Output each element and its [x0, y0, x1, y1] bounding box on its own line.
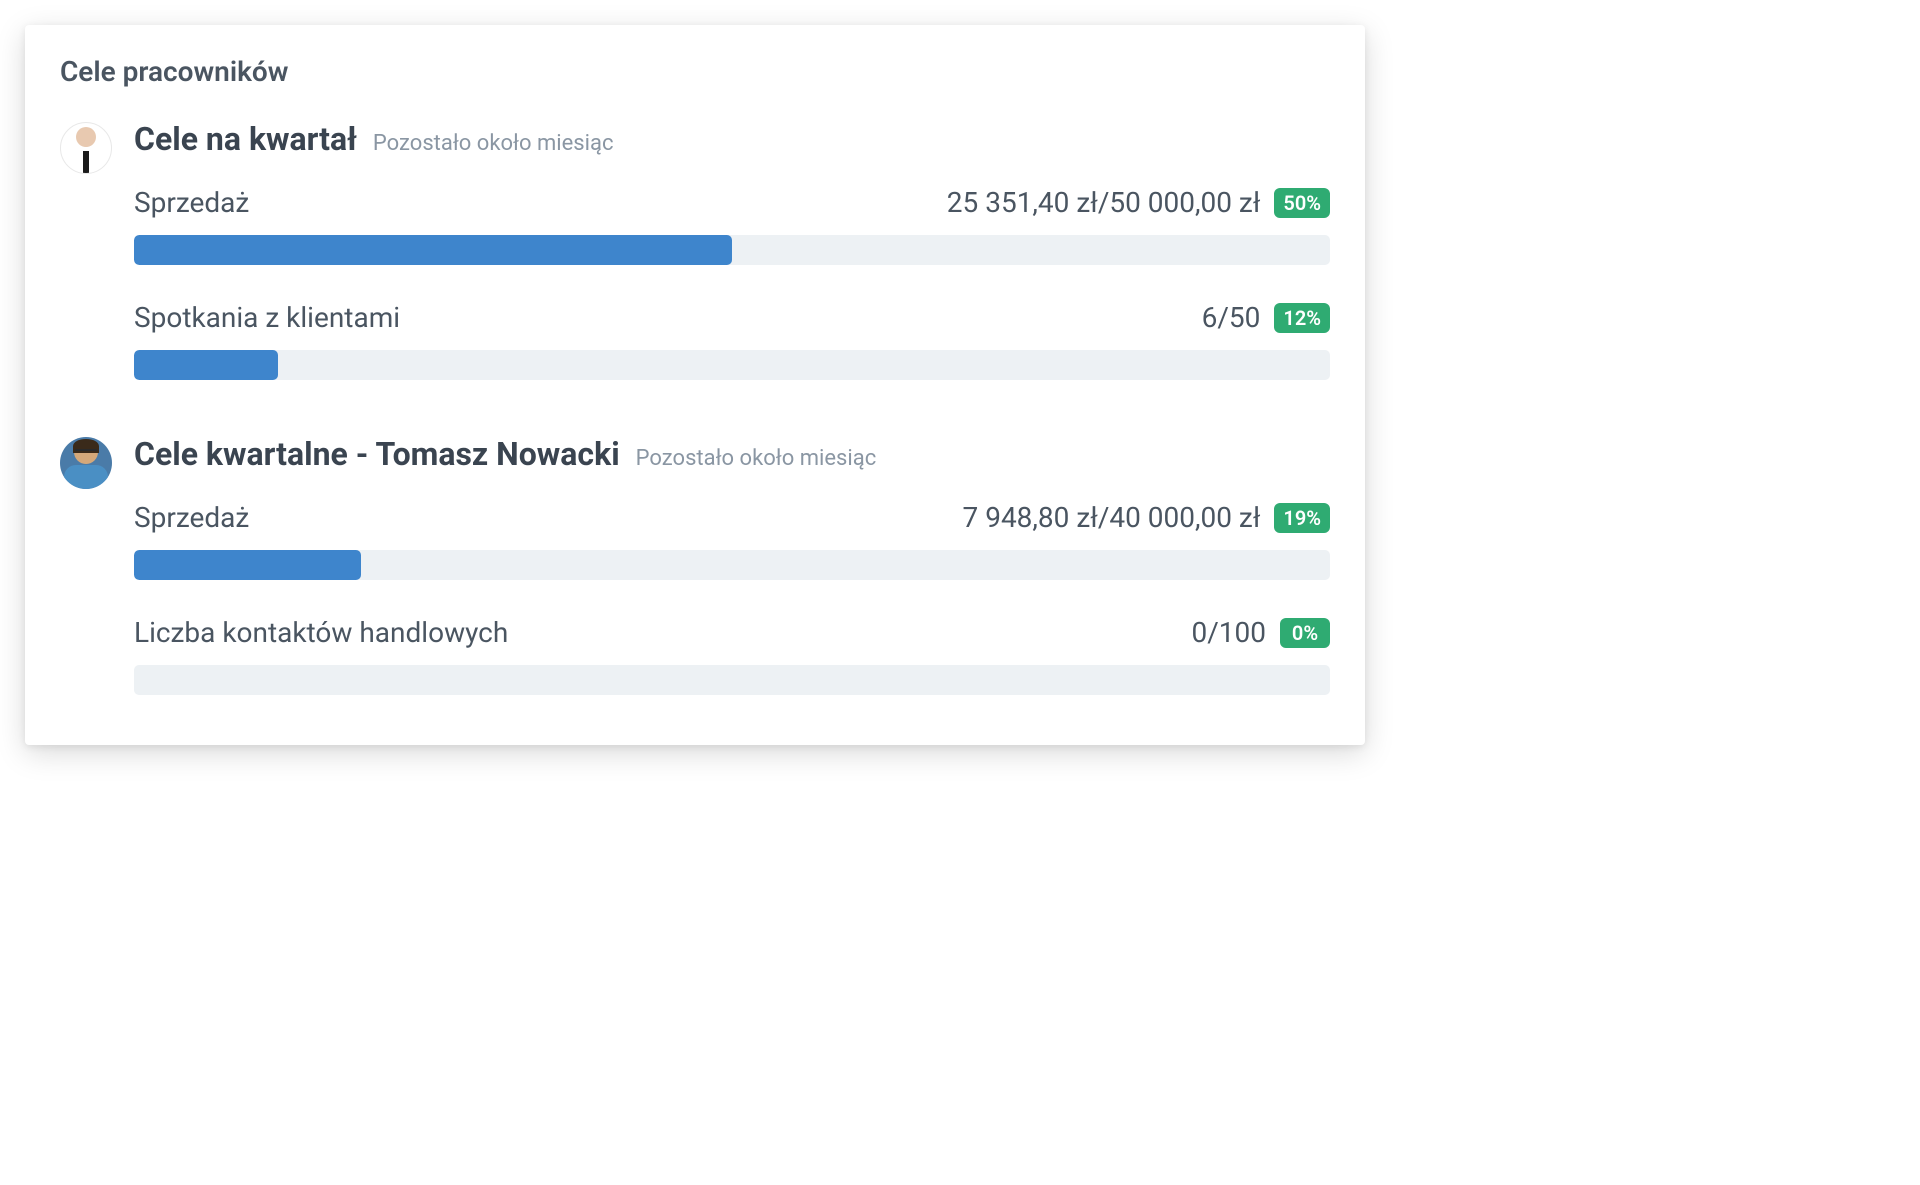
goal-label: Liczba kontaktów handlowych	[134, 616, 508, 649]
goal-item: Sprzedaż 7 948,80 zł/40 000,00 zł 19%	[134, 501, 1330, 580]
goal-right: 25 351,40 zł/50 000,00 zł 50%	[947, 186, 1330, 219]
goal-label: Sprzedaż	[134, 186, 249, 219]
percent-badge: 19%	[1274, 503, 1330, 533]
progress-bar	[134, 350, 1330, 380]
goal-item: Liczba kontaktów handlowych 0/100 0%	[134, 616, 1330, 695]
avatar	[60, 122, 112, 174]
progress-fill	[134, 550, 361, 580]
goal-right: 6/50 12%	[1202, 301, 1330, 334]
goal-row: Sprzedaż 7 948,80 zł/40 000,00 zł 19%	[134, 501, 1330, 534]
goals-content: Cele kwartalne - Tomasz Nowacki Pozostał…	[134, 435, 1330, 695]
goal-value: 7 948,80 zł/40 000,00 zł	[963, 501, 1261, 534]
goal-label: Sprzedaż	[134, 501, 249, 534]
employee-section-2: Cele kwartalne - Tomasz Nowacki Pozostał…	[60, 435, 1330, 695]
employee-section-1: Cele na kwartał Pozostało około miesiąc …	[60, 120, 1330, 380]
goal-row: Liczba kontaktów handlowych 0/100 0%	[134, 616, 1330, 649]
goal-row: Spotkania z klientami 6/50 12%	[134, 301, 1330, 334]
employee-goals-card: Cele pracowników Cele na kwartał Pozosta…	[25, 25, 1365, 745]
goal-right: 0/100 0%	[1192, 616, 1331, 649]
goal-value: 0/100	[1192, 616, 1267, 649]
goal-item: Sprzedaż 25 351,40 zł/50 000,00 zł 50%	[134, 186, 1330, 265]
goal-right: 7 948,80 zł/40 000,00 zł 19%	[963, 501, 1330, 534]
card-title: Cele pracowników	[60, 55, 1330, 88]
goal-value: 6/50	[1202, 301, 1261, 334]
goal-item: Spotkania z klientami 6/50 12%	[134, 301, 1330, 380]
section-title: Cele kwartalne - Tomasz Nowacki	[134, 435, 620, 473]
avatar	[60, 437, 112, 489]
section-title: Cele na kwartał	[134, 120, 357, 158]
section-header: Cele na kwartał Pozostało około miesiąc	[134, 120, 1330, 158]
section-subtitle: Pozostało około miesiąc	[636, 446, 877, 471]
progress-bar	[134, 235, 1330, 265]
progress-fill	[134, 235, 732, 265]
progress-bar	[134, 665, 1330, 695]
percent-badge: 50%	[1274, 188, 1330, 218]
section-subtitle: Pozostało około miesiąc	[373, 131, 614, 156]
goal-row: Sprzedaż 25 351,40 zł/50 000,00 zł 50%	[134, 186, 1330, 219]
percent-badge: 12%	[1274, 303, 1330, 333]
progress-fill	[134, 350, 278, 380]
goals-content: Cele na kwartał Pozostało około miesiąc …	[134, 120, 1330, 380]
goal-value: 25 351,40 zł/50 000,00 zł	[947, 186, 1261, 219]
percent-badge: 0%	[1280, 618, 1330, 648]
progress-bar	[134, 550, 1330, 580]
section-header: Cele kwartalne - Tomasz Nowacki Pozostał…	[134, 435, 1330, 473]
goal-label: Spotkania z klientami	[134, 301, 400, 334]
